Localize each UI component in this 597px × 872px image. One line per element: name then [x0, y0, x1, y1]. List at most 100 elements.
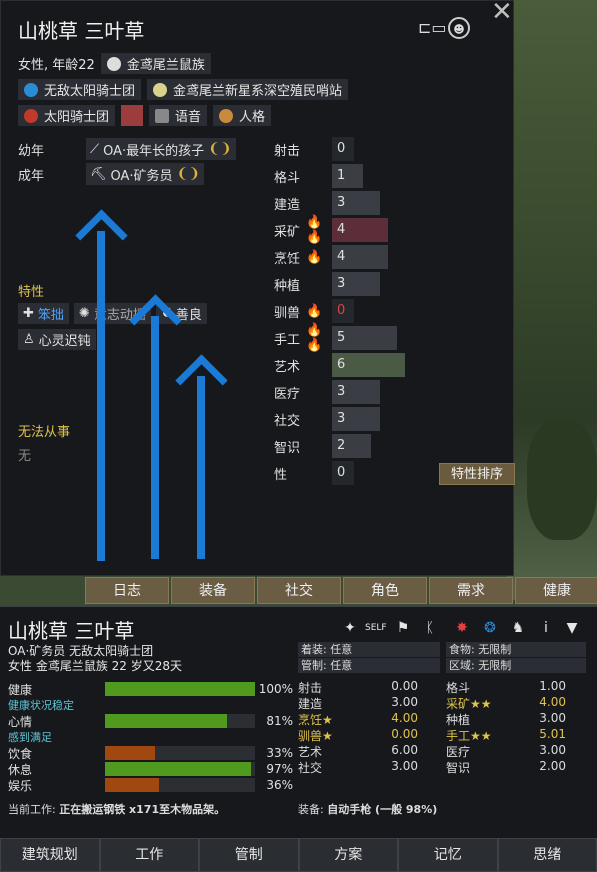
need-percent: 100% — [258, 682, 293, 696]
favorite-color-swatch[interactable] — [121, 105, 144, 126]
homeworld-tag[interactable]: 金鸢尾兰新星系深空殖民哨站 — [147, 79, 349, 100]
area-policy[interactable]: 区域: 无限制 — [446, 658, 586, 673]
tab-log[interactable]: 日志 — [85, 577, 169, 604]
skill-bar: 4 — [332, 245, 388, 269]
rename-icon[interactable]: ⊏▭ — [418, 17, 447, 39]
need-row[interactable]: 心情 81% — [8, 713, 293, 729]
skill-row[interactable]: 社交 3 — [274, 407, 474, 431]
skill-row[interactable]: 艺术 6 — [274, 353, 474, 377]
psychic-icon: ♙ — [23, 332, 35, 347]
traits-label: 特性 — [18, 285, 45, 300]
incapable-value: 无 — [18, 449, 32, 464]
skill-summary-name: 手工★★ — [446, 729, 492, 743]
adulthood-backstory[interactable]: ⛏ OA·矿务员 ❨❩ — [86, 163, 205, 185]
childhood-backstory[interactable]: ⟋ OA·最年长的孩子 ❨❩ — [86, 138, 236, 160]
skill-summary-value: 3.00 — [391, 759, 418, 773]
drug-policy[interactable]: 管制: 任意 — [298, 658, 440, 673]
skill-summary-row: 格斗 1.00 — [446, 679, 566, 696]
need-fill — [105, 762, 251, 776]
skill-summary-name: 建造 — [298, 697, 323, 711]
need-fill — [105, 714, 227, 728]
skill-summary-value: 0.00 — [391, 727, 418, 741]
skill-summary-value: 2.00 — [539, 759, 566, 773]
skill-level: 1 — [337, 168, 346, 183]
tab-thoughts[interactable]: 思绪 — [497, 838, 597, 872]
trait-sort-button[interactable]: 特性排序 — [439, 463, 515, 485]
passion-flame-icon: 🔥 — [306, 303, 323, 319]
health-status: 健康状况稳定 — [8, 699, 74, 712]
xenotype-icon[interactable]: ♞ — [508, 618, 528, 638]
close-button[interactable]: ✕ — [491, 0, 513, 27]
tab-health[interactable]: 健康 — [515, 577, 597, 604]
need-row[interactable]: 健康 100% — [8, 681, 293, 697]
tab-memories[interactable]: 记忆 — [398, 838, 498, 872]
skill-row[interactable]: 医疗 3 — [274, 380, 474, 404]
ideology-tag[interactable]: 太阳骑士团 — [18, 105, 116, 126]
need-row[interactable]: 休息 97% — [8, 761, 293, 777]
voice-tag[interactable]: 语音 — [149, 105, 208, 126]
info-icon[interactable]: i — [536, 618, 556, 638]
tab-assign[interactable]: 管制 — [199, 838, 299, 872]
trait-clumsy[interactable]: ✚ 笨拙 — [18, 303, 69, 324]
faction-tag[interactable]: 无敌太阳骑士团 — [18, 79, 142, 100]
skill-level: 5 — [337, 330, 346, 345]
childhood-label: 幼年 — [18, 143, 45, 159]
skill-summary-value: 0.00 — [391, 679, 418, 693]
faction-icon[interactable]: ☻ — [448, 17, 470, 39]
skill-name: 建造 — [274, 197, 301, 213]
skill-name: 格斗 — [274, 170, 301, 186]
need-bar — [105, 682, 255, 696]
skill-row[interactable]: 烹饪 🔥 4 — [274, 245, 474, 269]
hunt-icon[interactable]: ᛕ — [420, 618, 440, 638]
skill-summary-value: 1.00 — [539, 679, 566, 693]
need-row[interactable]: 娱乐 36% — [8, 777, 293, 793]
tab-social[interactable]: 社交 — [257, 577, 341, 604]
faction-icon[interactable]: ❂ — [480, 618, 500, 638]
self-tend-icon[interactable]: SELF — [365, 618, 387, 638]
skill-row[interactable]: 手工 🔥🔥 5 — [274, 323, 474, 353]
skill-level: 6 — [337, 357, 346, 372]
skill-row[interactable]: 射击 0 — [274, 137, 474, 161]
xenotype-tag[interactable]: 金鸢尾兰鼠族 — [100, 53, 211, 74]
need-fill — [105, 682, 255, 696]
voice-icon — [155, 108, 170, 123]
skill-level: 3 — [337, 411, 346, 426]
tab-character[interactable]: 角色 — [343, 577, 427, 604]
food-policy[interactable]: 食物: 无限制 — [446, 642, 586, 657]
skill-name: 社交 — [274, 413, 301, 429]
skill-name: 射击 — [274, 143, 301, 159]
need-name: 饮食 — [8, 746, 33, 761]
skill-summary-value: 4.00 — [539, 695, 566, 709]
need-fill — [105, 778, 159, 792]
skill-bar: 2 — [332, 434, 371, 458]
tab-plan[interactable]: 方案 — [298, 838, 398, 872]
pawn-name: 山桃草 三叶草 — [18, 19, 145, 43]
character-window: 山桃草 三叶草 ⊏▭ ☻ ✕ 女性, 年龄22 金鸢尾兰鼠族 无敌太阳骑士团 金… — [0, 0, 515, 576]
passion-flame-icon: 🔥🔥 — [306, 215, 323, 245]
tab-work[interactable]: 工作 — [99, 838, 199, 872]
skill-name: 烹饪 — [274, 251, 301, 267]
collapse-icon[interactable]: ▼ — [562, 618, 582, 638]
tab-architect[interactable]: 建筑规划 — [0, 838, 100, 872]
skill-row[interactable]: 采矿 🔥🔥 4 — [274, 215, 474, 245]
skill-row[interactable]: 格斗 1 — [274, 164, 474, 188]
apparel-policy[interactable]: 着装: 任意 — [298, 642, 440, 657]
draft-icon[interactable]: ⚑ — [393, 618, 413, 638]
xenotype-icon — [106, 56, 121, 71]
skill-row[interactable]: 建造 3 — [274, 191, 474, 215]
tab-gear[interactable]: 装备 — [171, 577, 255, 604]
persona-tag[interactable]: 人格 — [213, 105, 272, 126]
skill-bar: 0 — [332, 299, 354, 323]
skill-row[interactable]: 智识 2 — [274, 434, 474, 458]
inspect-pane: 山桃草 三叶草 OA·矿务员 无敌太阳骑士团 女性 金鸢尾兰鼠族 22 岁又28… — [0, 606, 597, 838]
trait-psychically-dull[interactable]: ♙ 心灵迟钝 — [18, 329, 96, 350]
ideology-icon[interactable]: ✸ — [452, 618, 472, 638]
need-row[interactable]: 饮食 33% — [8, 745, 293, 761]
need-name: 休息 — [8, 762, 33, 777]
skill-row[interactable]: 驯兽 🔥 0 — [274, 299, 474, 323]
skill-row[interactable]: 种植 3 — [274, 272, 474, 296]
tab-needs[interactable]: 需求 — [429, 577, 513, 604]
pin-icon[interactable]: ✦ — [340, 618, 360, 638]
skill-bar: 6 — [332, 353, 405, 377]
skill-summary-name: 智识 — [446, 761, 471, 775]
